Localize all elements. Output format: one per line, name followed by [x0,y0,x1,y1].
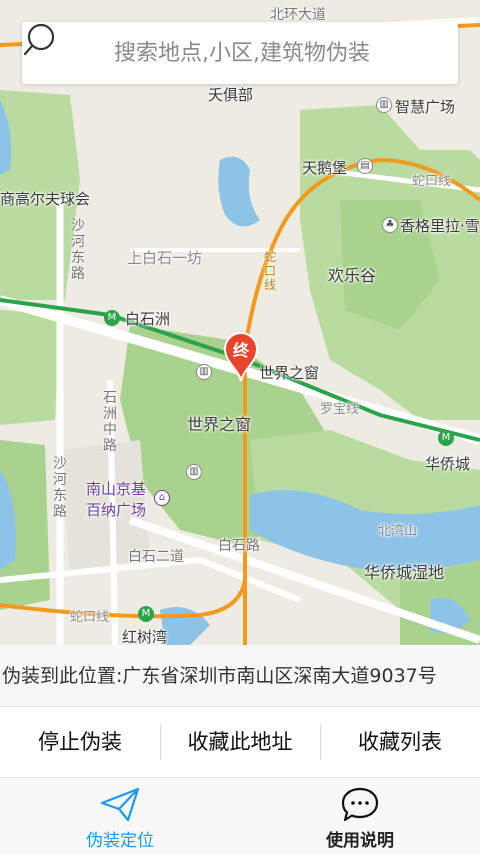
action-row: 停止伪装 收藏此地址 收藏列表 [0,707,480,777]
tab-help[interactable]: 使用说明 [240,778,480,854]
map-label-luobao-line: 罗宝线 [320,402,360,417]
chat-bubble-icon [341,787,379,822]
park-icon: ♣ [382,217,398,233]
map-label-line-vertical: 蛇口线 [263,250,276,292]
search-input[interactable] [82,22,402,84]
pin-label: 终 [232,341,249,360]
map-label-baishi-er: 白石二道 [128,549,184,565]
map-label-tianjubu: 夭俱部 [208,86,254,104]
map-label-shizhou: 石洲中路 [103,390,117,454]
bottom-nav: 伪装定位 使用说明 [0,777,480,854]
map-label-shekou-line-bottom: 蛇口线 [70,610,110,625]
map-label-zhihui: 智慧广场 [395,98,456,116]
map-label-shangrila: 香格里拉·雪 [400,217,480,235]
stop-spoof-button[interactable]: 停止伪装 [0,707,160,777]
metro-icon: M [104,310,120,326]
map-label-ocs-wetland: 华侨城湿地 [364,563,445,582]
paper-plane-icon [100,787,140,822]
favorites-list-button[interactable]: 收藏列表 [320,707,480,777]
search-icon[interactable] [22,22,58,58]
address-text: 伪装到此位置:广东省深圳市南山区深南大道9037号 [0,645,480,707]
map-label-baishizhou: 白石洲 [125,310,171,328]
map-label-tianegu: 天鹅堡 [302,159,348,177]
map-label-shekou-line-top: 蛇口线 [412,174,452,189]
map-label-north-ring: 北环大道 [270,7,326,23]
metro-icon: M [438,430,454,446]
map-label-nanshan-2: 百纳广场 [86,501,147,519]
map-label-baishi-road: 白石路 [218,538,260,554]
tab-spoof-location-label: 伪装定位 [86,831,154,851]
building-icon: ▥ [186,464,202,480]
hotel-icon: ▤ [357,158,373,174]
search-bar [22,22,458,84]
tab-help-label: 使用说明 [326,831,394,851]
favorite-address-button[interactable]: 收藏此地址 [160,707,320,777]
map-label-golf: 商高尔夫球会 [0,190,91,208]
map-label-shahe-east-2: 沙河东路 [53,456,67,520]
map-label-beiguan: 北湾山 [378,524,418,539]
map-label-happy-valley: 欢乐谷 [328,266,377,285]
building-icon: ▥ [376,97,392,113]
shopping-icon: ⌂ [154,490,170,506]
map-label-shahe-east: 沙河东路 [71,218,85,282]
map-label-hongshuwan: 红树湾 [122,628,168,645]
map-label-shangbaishi: 上白石一坊 [127,249,203,267]
map-label-window-station: 世界之窗 [259,364,320,382]
map-label-ocs: 华侨城 [425,455,471,473]
map-label-nanshan-1: 南山京基 [86,480,147,498]
map-label-window-park: 世界之窗 [187,415,252,434]
building-icon: ▥ [196,364,212,380]
metro-icon: M [138,606,154,622]
destination-pin-icon[interactable]: 终 [221,330,261,382]
tab-spoof-location[interactable]: 伪装定位 [0,778,240,854]
map-view[interactable]: 北环大道 夭俱部 ▥ 智慧广场 天鹅堡 ▤ 蛇口线 商高尔夫球会 ♣ 香格里拉·… [0,0,480,645]
